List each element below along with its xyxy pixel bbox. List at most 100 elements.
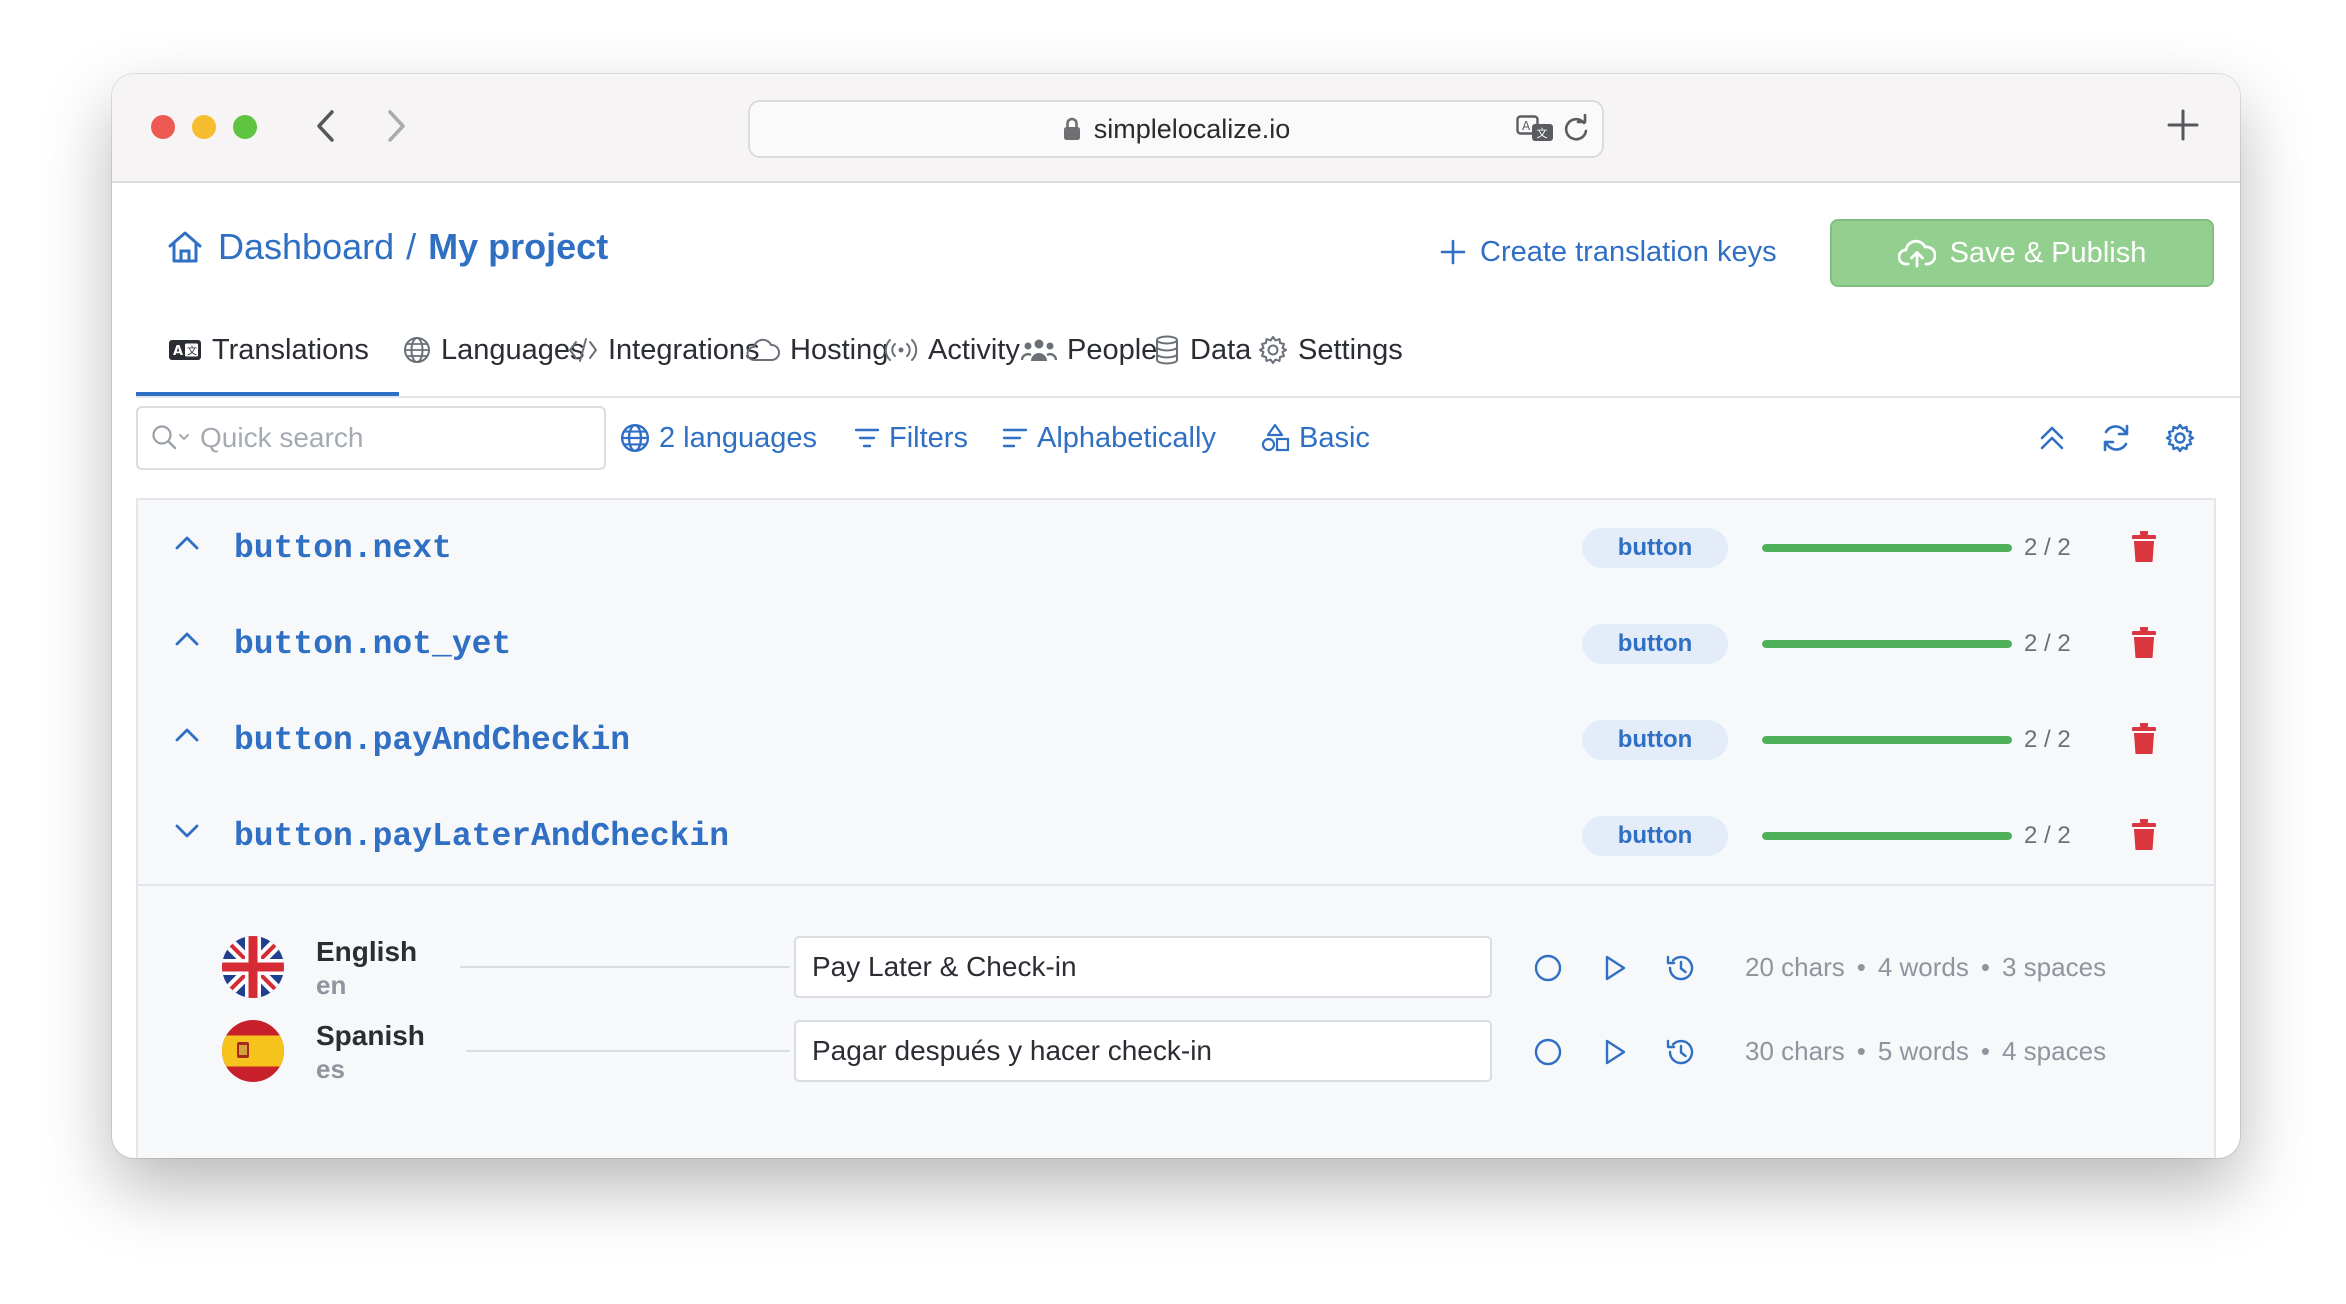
tab-people[interactable]: People: [1021, 306, 1157, 394]
save-publish-button[interactable]: Save & Publish: [1830, 219, 2214, 287]
tab-settings[interactable]: Settings: [1258, 306, 1403, 394]
tab-data[interactable]: Data: [1154, 306, 1251, 394]
quick-search[interactable]: [136, 406, 606, 470]
key-name[interactable]: button.not_yet: [234, 596, 511, 692]
key-row[interactable]: button.payLaterAndCheckin button 2 / 2: [138, 788, 2214, 886]
database-icon: [1156, 335, 1178, 365]
filters-button[interactable]: Filters: [854, 414, 968, 462]
tab-integrations[interactable]: Integrations: [568, 306, 760, 394]
tab-languages[interactable]: Languages: [403, 306, 585, 394]
tag-badge[interactable]: button: [1582, 528, 1728, 568]
translate-page-icon[interactable]: A文: [1516, 115, 1556, 143]
search-input[interactable]: [198, 421, 562, 455]
translation-input[interactable]: [794, 936, 1492, 998]
svg-text:A: A: [1522, 119, 1531, 133]
search-icon: [152, 425, 189, 450]
create-translation-keys-button[interactable]: Create translation keys: [1440, 230, 1777, 274]
key-row[interactable]: button.not_yet button 2 / 2: [138, 596, 2214, 694]
language-name: Spanish: [316, 1020, 425, 1051]
tag-badge[interactable]: button: [1582, 624, 1728, 664]
shapes-icon: [1261, 423, 1290, 452]
browser-window: simplelocalize.io A文 Dashboard / My proj…: [112, 74, 2240, 1158]
forward-button[interactable]: [376, 104, 416, 148]
translate-badge-icon: A文: [169, 340, 201, 360]
review-status-button[interactable]: [1528, 948, 1568, 988]
circle-icon: [1534, 954, 1562, 982]
sort-button[interactable]: Alphabetically: [1002, 414, 1216, 462]
language-code: en: [316, 970, 347, 1000]
trash-icon[interactable]: [2130, 818, 2158, 852]
progress-bar: [1762, 832, 2012, 840]
tag-badge[interactable]: button: [1582, 816, 1728, 856]
history-icon: [1666, 1039, 1694, 1065]
trash-icon[interactable]: [2130, 626, 2158, 660]
progress-count: 2 / 2: [2024, 822, 2071, 849]
key-name[interactable]: button.payAndCheckin: [234, 692, 630, 788]
new-tab-icon[interactable]: [2166, 108, 2200, 142]
chevron-down-icon[interactable]: [172, 816, 202, 846]
url-text: simplelocalize.io: [1093, 113, 1291, 144]
plus-icon: [1440, 239, 1466, 265]
project-tabs: A文 Translations Languages Integrations H…: [136, 306, 2240, 398]
review-status-button[interactable]: [1528, 1032, 1568, 1072]
languages-filter-button[interactable]: 2 languages: [620, 414, 817, 462]
view-mode-button[interactable]: Basic: [1260, 414, 1370, 462]
tab-hosting[interactable]: Hosting: [746, 306, 888, 394]
lock-icon: [1063, 117, 1080, 140]
progress-bar: [1762, 640, 2012, 648]
chevron-left-icon: [317, 110, 334, 142]
breadcrumb-dashboard[interactable]: Dashboard: [218, 226, 394, 268]
translations-panel: English en 20 chars• 4 words• 3 spaces: [138, 886, 2214, 1158]
breadcrumb: Dashboard / My project: [166, 222, 608, 272]
svg-text:文: 文: [187, 345, 197, 358]
gear-icon: [2165, 423, 2195, 453]
filter-icon: [854, 428, 880, 448]
address-bar[interactable]: simplelocalize.io A文: [748, 100, 1604, 158]
chevron-up-icon[interactable]: [172, 624, 202, 654]
key-row[interactable]: button.payAndCheckin button 2 / 2: [138, 692, 2214, 790]
globe-icon: [620, 423, 650, 453]
minimize-window-button[interactable]: [192, 115, 216, 139]
progress-bar: [1762, 736, 2012, 744]
zoom-window-button[interactable]: [233, 115, 257, 139]
key-row[interactable]: button.next button 2 / 2: [138, 500, 2214, 598]
history-button[interactable]: [1660, 1032, 1700, 1072]
progress-count: 2 / 2: [2024, 726, 2071, 753]
list-settings-button[interactable]: [2160, 416, 2200, 460]
home-icon[interactable]: [166, 229, 204, 265]
breadcrumb-project[interactable]: My project: [428, 226, 608, 268]
play-icon: [1605, 955, 1626, 981]
reload-icon[interactable]: [1562, 114, 1590, 144]
translation-input[interactable]: [794, 1020, 1492, 1082]
chevron-up-icon[interactable]: [172, 528, 202, 558]
close-window-button[interactable]: [151, 115, 175, 139]
browser-toolbar: simplelocalize.io A文: [112, 74, 2240, 183]
language-code: es: [316, 1054, 345, 1084]
history-button[interactable]: [1660, 948, 1700, 988]
tag-badge[interactable]: button: [1582, 720, 1728, 760]
collapse-all-button[interactable]: [2032, 416, 2072, 460]
translation-row: Spanish es 30 chars• 5 words• 4 spaces: [138, 1010, 2214, 1090]
broadcast-icon: [884, 339, 918, 361]
key-name[interactable]: button.payLaterAndCheckin: [234, 788, 729, 884]
chevron-up-icon[interactable]: [172, 720, 202, 750]
progress-bar: [1762, 544, 2012, 552]
trash-icon[interactable]: [2130, 530, 2158, 564]
translation-key-list: button.next button 2 / 2 button.not_yet …: [136, 498, 2216, 1158]
auto-translate-button[interactable]: [1594, 948, 1634, 988]
uk-flag-icon: [222, 936, 284, 998]
cloud-icon: [746, 338, 780, 361]
auto-translate-button[interactable]: [1594, 1032, 1634, 1072]
refresh-icon: [2103, 424, 2129, 452]
tab-translations[interactable]: A文 Translations: [136, 306, 399, 396]
back-button[interactable]: [306, 104, 346, 148]
gear-icon: [1259, 336, 1287, 364]
refresh-button[interactable]: [2096, 416, 2136, 460]
key-name[interactable]: button.next: [234, 500, 452, 596]
divider-line: [460, 966, 790, 968]
text-stats: 30 chars • 5 words • 4 spaces: [1745, 1035, 2107, 1066]
tab-activity[interactable]: Activity: [884, 306, 1020, 394]
globe-icon: [404, 337, 430, 363]
sort-icon: [1002, 428, 1028, 448]
trash-icon[interactable]: [2130, 722, 2158, 756]
